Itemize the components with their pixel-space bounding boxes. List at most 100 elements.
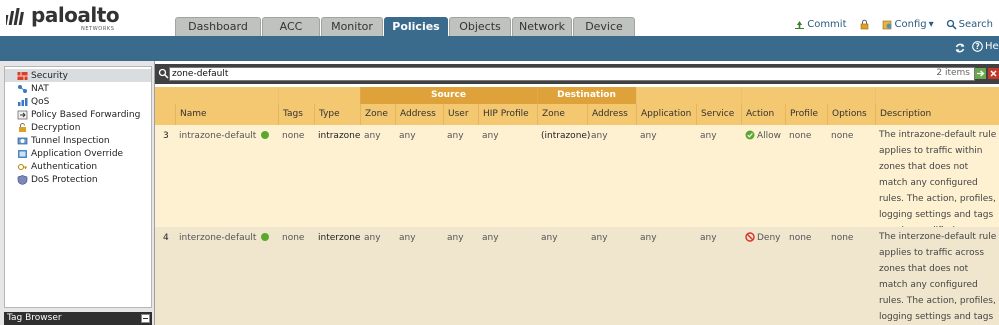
rule-name[interactable]: interzone-default — [175, 232, 270, 245]
rule-hip-profile: any — [482, 131, 499, 141]
nat-icon — [18, 84, 27, 93]
sidebar-item-label: Application Override — [31, 148, 124, 159]
sidebar-item-label: Security — [31, 70, 68, 81]
qos-icon — [18, 97, 28, 106]
rule-destination-zone: (intrazone) — [541, 131, 591, 141]
tunnel-icon — [17, 137, 28, 144]
dos-protection-icon — [17, 174, 28, 185]
config-menu[interactable]: Config ▾ — [882, 19, 934, 30]
tab-device[interactable]: Device — [573, 17, 635, 36]
search-icon — [946, 19, 957, 30]
column-header-profile[interactable]: Profile — [785, 104, 827, 125]
lock-button[interactable] — [859, 19, 870, 30]
rule-destination-address: any — [591, 233, 608, 243]
rule-application: any — [640, 131, 657, 141]
rule-description: The intrazone-default rule applies to tr… — [879, 130, 997, 236]
search-icon — [158, 68, 169, 79]
commit-button[interactable]: Commit — [794, 19, 847, 30]
config-icon — [882, 20, 892, 30]
rule-profile: none — [789, 131, 812, 141]
source-group-header: Source — [360, 87, 537, 104]
sidebar-item-authentication[interactable]: Authentication — [5, 160, 151, 173]
sidebar-item-label: QoS — [31, 96, 50, 107]
tab-objects[interactable]: Objects — [449, 17, 511, 36]
column-header-source-zone[interactable]: Zone — [360, 104, 395, 125]
column-header-hip-profile[interactable]: HIP Profile — [478, 104, 537, 125]
rule-source-zone: any — [364, 233, 381, 243]
chevron-down-icon: ▾ — [928, 19, 934, 30]
paloalto-logo-icon — [6, 8, 24, 25]
tag-browser-panel[interactable]: Tag Browser — [4, 312, 152, 325]
enabled-icon — [261, 233, 270, 241]
column-header-options[interactable]: Options — [827, 104, 875, 125]
brand-name: paloalto — [31, 3, 120, 27]
sidebar-item-tunnel-inspection[interactable]: Tunnel Inspection — [5, 134, 151, 147]
tab-acc[interactable]: ACC — [262, 17, 320, 36]
tab-monitor[interactable]: Monitor — [321, 17, 383, 36]
destination-group-header: Destination — [537, 87, 636, 104]
rule-destination-zone: any — [541, 233, 558, 243]
rule-name[interactable]: intrazone-default — [175, 130, 270, 143]
rule-service: any — [700, 131, 717, 141]
sidebar-item-security[interactable]: Security — [5, 69, 151, 82]
rule-name-text: interzone-default — [179, 233, 257, 243]
commit-icon — [795, 21, 805, 29]
rule-profile: none — [789, 233, 812, 243]
sidebar-item-label: Policy Based Forwarding — [31, 109, 141, 120]
tab-dashboard[interactable]: Dashboard — [175, 17, 261, 36]
sidebar-item-label: Authentication — [31, 161, 98, 172]
refresh-icon[interactable] — [954, 42, 966, 54]
column-header-source-address[interactable]: Address — [395, 104, 443, 125]
clear-filter-icon[interactable] — [988, 68, 999, 79]
brand-logo[interactable]: paloalto NETWORKS — [6, 3, 136, 34]
sidebar-item-decryption[interactable]: Decryption — [5, 121, 151, 134]
column-header-action[interactable]: Action — [741, 104, 785, 125]
table-row[interactable]: 3 intrazone-default none intrazone any a… — [155, 125, 999, 236]
tag-browser-title: Tag Browser — [7, 313, 62, 323]
rule-type: intrazone — [318, 131, 361, 141]
tab-network[interactable]: Network — [512, 17, 572, 36]
help-icon: ? — [972, 41, 983, 52]
help-button[interactable]: ? Help — [972, 41, 999, 52]
rule-source-user: any — [447, 233, 464, 243]
security-icon — [17, 71, 28, 80]
policy-sidebar: Security NAT QoS Policy Based Forwarding… — [0, 61, 154, 325]
column-header-description[interactable]: Description — [875, 104, 999, 125]
rule-description: The interzone-default rule applies to tr… — [879, 232, 997, 322]
sidebar-item-policy-based-forwarding[interactable]: Policy Based Forwarding — [5, 108, 151, 121]
column-header-type[interactable]: Type — [314, 104, 360, 125]
config-label: Config — [894, 19, 927, 30]
column-header-destination-zone[interactable]: Zone — [537, 104, 587, 125]
sidebar-item-application-override[interactable]: Application Override — [5, 147, 151, 160]
item-count: 2 items — [936, 68, 970, 78]
rule-tags: none — [282, 233, 305, 243]
sidebar-item-dos-protection[interactable]: DoS Protection — [5, 173, 151, 186]
sidebar-item-label: DoS Protection — [31, 174, 98, 185]
brand-sub: NETWORKS — [81, 26, 115, 32]
column-header-service[interactable]: Service — [696, 104, 741, 125]
sidebar-item-nat[interactable]: NAT — [5, 82, 151, 95]
column-header-tags[interactable]: Tags — [278, 104, 314, 125]
toolbar-bar: ? Help — [0, 36, 999, 61]
minimize-icon[interactable] — [141, 314, 150, 323]
rule-type: interzone — [318, 233, 361, 243]
rule-action: Allow — [741, 130, 781, 143]
table-row[interactable]: 4 interzone-default none interzone any a… — [155, 227, 999, 325]
sidebar-item-qos[interactable]: QoS — [5, 95, 151, 108]
apply-filter-icon[interactable] — [975, 68, 986, 79]
column-header-destination-address[interactable]: Address — [587, 104, 636, 125]
rule-tags: none — [282, 131, 305, 141]
filter-input[interactable]: zone-default — [169, 67, 975, 81]
rule-source-zone: any — [364, 131, 381, 141]
rule-action-label: Deny — [757, 233, 781, 243]
sidebar-item-label: NAT — [31, 83, 49, 94]
column-header-num[interactable] — [155, 104, 175, 125]
rule-options: none — [831, 131, 854, 141]
tab-policies[interactable]: Policies — [384, 17, 448, 36]
search-button[interactable]: Search — [946, 19, 993, 30]
column-header-name[interactable]: Name — [175, 104, 278, 125]
column-header-application[interactable]: Application — [636, 104, 696, 125]
column-header-source-user[interactable]: User — [443, 104, 478, 125]
header-actions: Commit Config ▾ Search — [794, 19, 993, 30]
sidebar-item-label: Decryption — [31, 122, 81, 133]
